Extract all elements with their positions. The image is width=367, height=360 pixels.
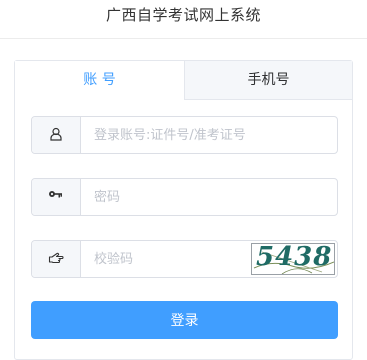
- captcha-field: 5438: [31, 240, 338, 278]
- page-title: 广西自学考试网上系统: [105, 6, 261, 24]
- tab-phone[interactable]: 手机号: [184, 61, 352, 100]
- password-input[interactable]: [94, 179, 324, 215]
- login-tabs: 账 号 手机号: [15, 61, 352, 100]
- tab-account[interactable]: 账 号: [15, 61, 184, 100]
- captcha-input[interactable]: [94, 241, 254, 277]
- login-button[interactable]: 登录: [31, 301, 338, 339]
- login-card: 账 号 手机号 登录账号:证件号/准考证号 校验码 5438 登录: [14, 60, 353, 360]
- page-header: 广西自学考试网上系统: [0, 0, 367, 39]
- account-prepend: [32, 117, 81, 153]
- captcha-prepend: [32, 241, 81, 277]
- key-icon: [48, 188, 64, 207]
- account-input[interactable]: [94, 117, 324, 153]
- user-icon: [49, 126, 63, 145]
- account-field: [31, 116, 338, 154]
- hand-pointer-icon: [48, 250, 64, 269]
- password-field: [31, 178, 338, 216]
- captcha-text: 5438: [256, 243, 333, 272]
- captcha-image[interactable]: 5438: [251, 243, 335, 275]
- password-prepend: [32, 179, 81, 215]
